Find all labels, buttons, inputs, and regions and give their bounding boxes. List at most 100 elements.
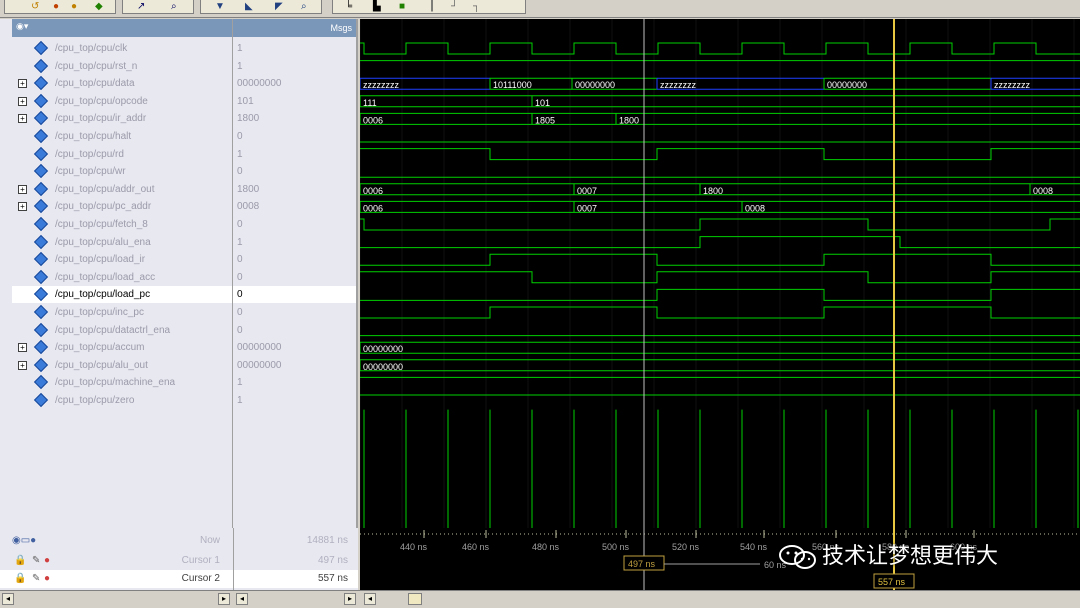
next-edge-icon[interactable]: ◣ [245,1,253,13]
globe-icon[interactable]: ◉▾ [16,21,28,32]
prev-edge-icon[interactable]: ▼ [215,1,225,13]
step-out-icon[interactable]: ┐ [473,1,480,13]
value-row[interactable]: 1800 [233,181,356,198]
scroll-left-icon[interactable]: ◂ [364,593,376,605]
scroll-left-icon[interactable]: ◂ [236,593,248,605]
signal-row[interactable]: /cpu_top/cpu/fetch_8 [12,216,232,233]
signal-row[interactable]: /cpu_top/cpu/alu_ena [12,234,232,251]
paste-icon[interactable]: ◆ [95,1,103,13]
value-row[interactable]: 0 [233,322,356,339]
bit-wave [360,236,1080,249]
delete-cursor-icon[interactable]: ● [44,570,50,588]
bus-value-label: 00000000 [575,80,615,90]
expand-icon[interactable]: + [18,114,27,124]
lock-icon[interactable]: 🔒 [14,552,26,570]
break-icon[interactable]: ■ [399,1,405,13]
signal-value: 0 [237,131,243,142]
signal-name: /cpu_top/cpu/halt [55,131,132,142]
pencil-icon[interactable]: ✎ [32,570,40,588]
signal-row[interactable]: + /cpu_top/cpu/accum [12,339,232,356]
value-row[interactable]: 1 [233,58,356,75]
value-row[interactable]: 1 [233,234,356,251]
signal-value: 0 [237,324,243,336]
cursor1-row[interactable]: 🔒 ✎ ● Cursor 1 497 ns [0,552,358,570]
expand-icon[interactable]: + [18,360,27,370]
value-row[interactable]: 0008 [233,198,356,215]
value-row[interactable]: 1 [233,146,356,163]
expand-icon[interactable]: + [18,343,27,353]
scroll-left-icon[interactable]: ◂ [2,593,14,605]
signal-diamond-icon [33,128,49,144]
value-row[interactable]: 0 [233,128,356,145]
signal-row[interactable]: /cpu_top/cpu/datactrl_ena [12,322,232,339]
value-row[interactable]: 00000000 [233,75,356,92]
open-icon[interactable]: ↺ [31,1,39,13]
run-icon[interactable]: ▙ [373,1,381,13]
value-row[interactable]: 00000000 [233,339,356,356]
signal-row[interactable]: /cpu_top/cpu/wr [12,163,232,180]
cursor2-row[interactable]: 🔒 ✎ ● Cursor 2 557 ns [0,570,358,588]
search-icon[interactable]: ⌕ [301,1,307,13]
signal-row[interactable]: + /cpu_top/cpu/alu_out [12,357,232,374]
signal-row[interactable]: /cpu_top/cpu/load_acc [12,269,232,286]
signal-value: 1 [237,395,243,406]
bus-value-label: 10111000 [493,80,532,90]
insert-cursor-icon[interactable]: ╘ [345,1,352,13]
value-row[interactable]: 1800 [233,110,356,127]
waveform-canvas[interactable]: zzzzzzzz 10111000 00000000 zzzzzzzz 00000000… [360,19,1080,528]
value-row[interactable]: 0 [233,251,356,268]
save-icon[interactable]: ● [53,1,59,13]
signal-diamond-icon [33,392,49,408]
value-row[interactable]: 0 [233,163,356,180]
value-row[interactable]: 0 [233,286,356,304]
signal-row[interactable]: /cpu_top/cpu/zero [12,392,232,409]
expand-icon[interactable]: + [18,202,27,212]
signal-row[interactable]: /cpu_top/cpu/halt [12,128,232,145]
expand-icon[interactable]: + [18,184,27,194]
signal-row[interactable]: /cpu_top/cpu/clk [12,40,232,57]
signal-row[interactable]: /cpu_top/cpu/load_ir [12,251,232,268]
signal-value: 0008 [237,201,260,213]
bit-wave [360,148,1080,161]
signal-name: /cpu_top/cpu/rd [55,148,124,160]
signal-row[interactable]: + /cpu_top/cpu/data [12,75,232,92]
value-row[interactable]: 00000000 [233,357,356,374]
value-row[interactable]: 0 [233,304,356,321]
expand-icon[interactable]: + [18,79,27,89]
signal-row[interactable]: /cpu_top/cpu/load_pc [12,286,232,304]
signal-row[interactable]: + /cpu_top/cpu/ir_addr [12,110,232,127]
bit-wave [360,271,1080,284]
bus-value-label: zzzzzzzz [363,80,400,90]
scroll-thumb[interactable] [408,593,422,605]
bus-segment [531,95,1080,108]
waveform-pane[interactable]: zzzzzzzz 10111000 00000000 zzzzzzzz 00000000… [360,19,1080,528]
signal-row[interactable]: + /cpu_top/cpu/pc_addr [12,198,232,215]
value-row[interactable]: 1 [233,40,356,57]
zoom-icon[interactable]: ⌕ [171,1,177,13]
step-icon[interactable]: ┃ [429,1,435,13]
value-row[interactable]: 101 [233,93,356,110]
value-row[interactable]: 1 [233,374,356,391]
signal-row[interactable]: /cpu_top/cpu/machine_ena [12,374,232,391]
copy-icon[interactable]: ● [71,1,77,13]
value-row[interactable]: 0 [233,269,356,286]
scroll-right-icon[interactable]: ▸ [344,593,356,605]
delete-cursor-icon[interactable]: ● [44,552,50,570]
bus-value-label: zzzzzzzz [660,80,697,90]
signal-row[interactable]: /cpu_top/cpu/inc_pc [12,304,232,321]
signal-row[interactable]: /cpu_top/cpu/rst_n [12,58,232,75]
step-over-icon[interactable]: ┘ [451,1,458,13]
find-icon[interactable]: ↗ [137,1,145,13]
expand-icon[interactable]: + [18,96,27,106]
signal-row[interactable]: + /cpu_top/cpu/addr_out [12,181,232,198]
back-icon[interactable]: ◤ [275,1,283,13]
value-row[interactable]: 0 [233,216,356,233]
value-row[interactable]: 1 [233,392,356,409]
toolbar-group-find: ↗ ⌕ [122,0,194,14]
signal-name: /cpu_top/cpu/clk [55,43,128,54]
signal-row[interactable]: + /cpu_top/cpu/opcode [12,93,232,110]
pencil-icon[interactable]: ✎ [32,552,40,570]
lock-icon[interactable]: 🔒 [14,570,26,588]
scroll-right-icon[interactable]: ▸ [218,593,230,605]
signal-row[interactable]: /cpu_top/cpu/rd [12,146,232,163]
